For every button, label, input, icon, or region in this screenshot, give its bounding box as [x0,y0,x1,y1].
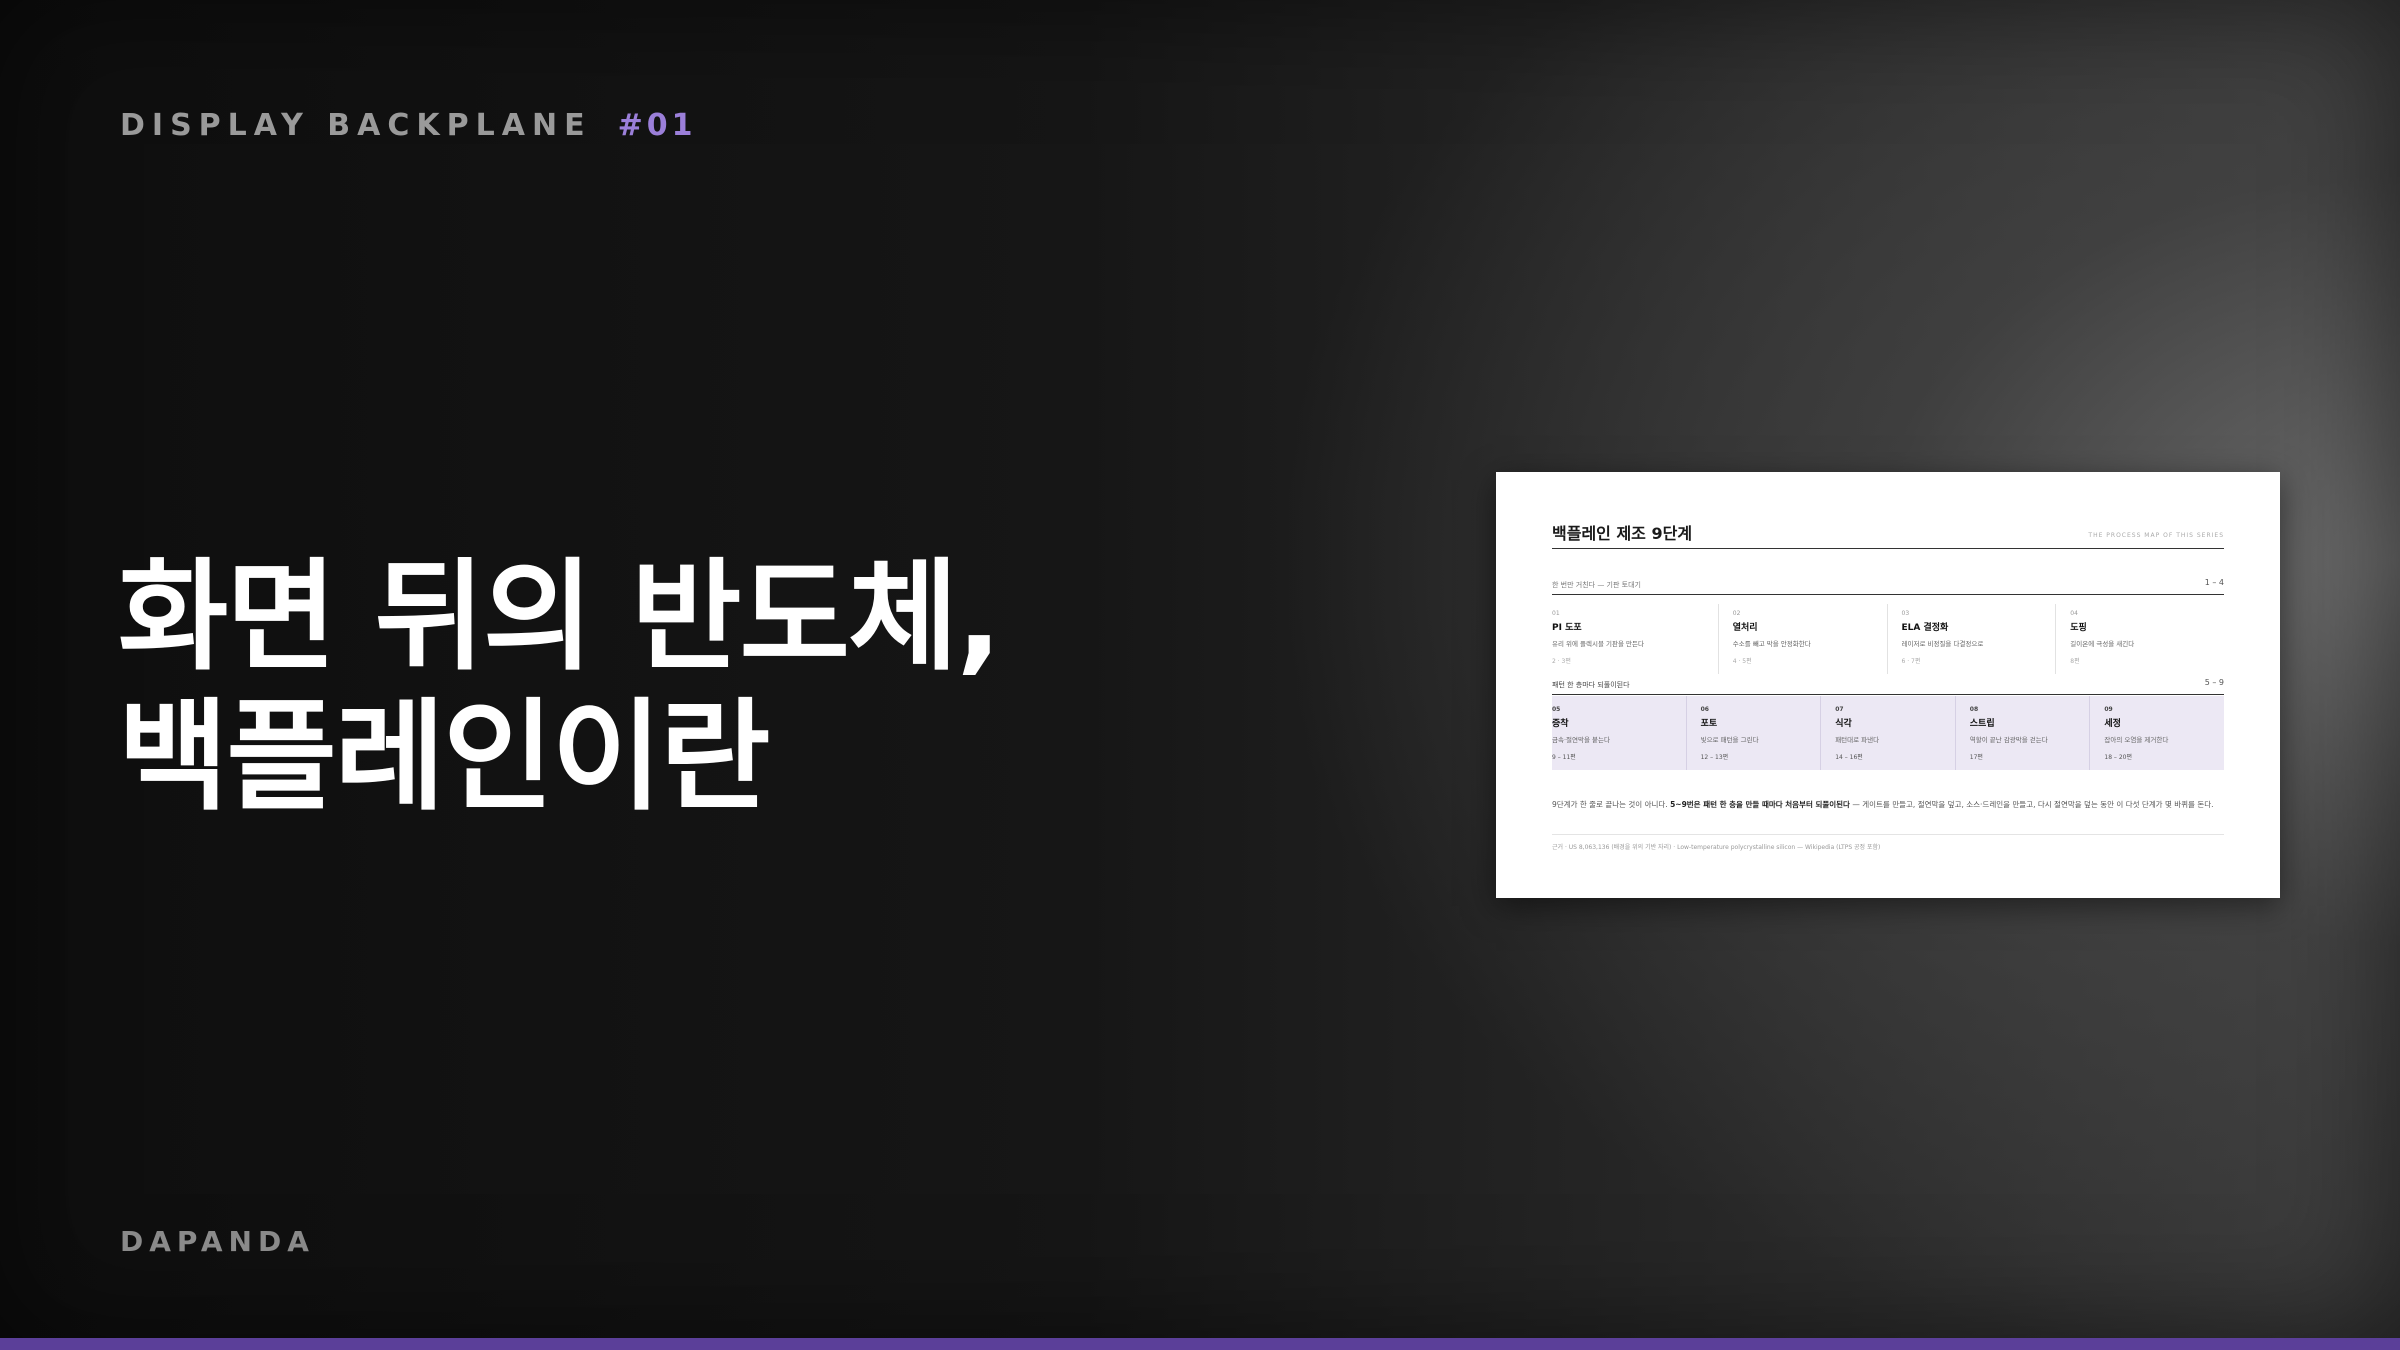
section-2-steps: 05 증착 금속·절연막을 붙는다 9 – 11편 06 포토 빛으로 패턴을 … [1552,696,2224,770]
step-description: 패턴대로 파낸다 [1835,736,1880,744]
title-divider [1552,548,2224,549]
summary-divider [1552,834,2224,835]
step-number: 05 [1552,706,1561,713]
step-description: 금속·절연막을 붙는다 [1552,736,1610,744]
step-number: 08 [1969,706,1979,713]
step-number: 04 [2070,610,2078,617]
step-card: 09 세정 잡아의 오염을 제거한다 18 – 20편 [2089,696,2224,770]
step-name: 열처리 [1732,623,1758,633]
section-1-label: 한 번만 거친다 — 기판 토대기 [1552,581,1641,589]
step-description: 빛으로 패턴을 그린다 [1700,736,1759,744]
process-map-slide: 백플레인 제조 9단계 THE PROCESS MAP OF THIS SERI… [1496,472,2280,898]
step-episodes: 9 – 11편 [1552,754,1576,761]
step-card: 06 포토 빛으로 패턴을 그린다 12 – 13편 [1685,696,1821,770]
accent-bar [0,1338,2400,1350]
step-name: PI 도포 [1552,623,1582,633]
step-description: 유리 위에 플렉시블 기판을 만든다 [1552,640,1644,648]
section-1-steps: 01 PI 도포 유리 위에 플렉시블 기판을 만든다 2 · 3편 02 열처… [1552,604,2224,674]
step-card: 02 열처리 수소를 빼고 막을 안정화한다 4 · 5편 [1717,604,1887,674]
step-name: 도핑 [2070,623,2087,633]
headline-line-2: 백플레인이란 [118,688,770,827]
step-episodes: 17편 [1969,754,1983,761]
source-note: 근거 · US 8,063,136 (배경을 위의 기반 자리) · Low-t… [1552,844,1881,851]
section-1-range: 1 – 4 [2204,578,2224,587]
step-episodes: 2 · 3편 [1552,658,1571,665]
step-number: 09 [2104,706,2113,713]
brand-name: DAPANDA [120,1225,315,1258]
section-2-range: 5 – 9 [2204,678,2224,687]
slide-title: 백플레인 제조 9단계 [1552,524,1693,543]
step-description: 잡아의 오염을 제거한다 [2104,736,2169,744]
step-number: 02 [1732,610,1741,617]
step-card: 05 증착 금속·절연막을 붙는다 9 – 11편 [1552,696,1686,770]
step-card: 03 ELA 결정화 레이저로 비정질을 다결정으로 6 · 7편 [1886,604,2056,674]
summary-detail: — 게이트를 만들고, 절연막을 덮고, 소스·드레인을 만들고, 다시 절연막… [1849,800,2214,809]
step-episodes: 6 · 7편 [1901,658,1921,665]
section-1-divider [1552,594,2224,595]
slide-summary: 9단계가 한 줄로 끝나는 것이 아니다. 5~9번은 패턴 한 층을 만들 때… [1552,798,2224,812]
step-description: 레이저로 비정질을 다결정으로 [1901,640,1984,648]
step-card: 04 도핑 길이온에 극성을 새긴다 8편 [2055,604,2224,674]
episode-number: #01 [617,108,697,143]
series-kicker: DISPLAY BACKPLANE #01 [120,108,696,143]
step-number: 06 [1700,706,1709,713]
section-2-label: 패턴 한 층마다 되풀이된다 [1552,681,1630,689]
headline-line-1: 화면 뒤의 반도체, [118,548,1002,687]
summary-intro: 9단계가 한 줄로 끝나는 것이 아니다. [1552,800,1671,809]
step-number: 07 [1835,706,1844,713]
step-description: 수소를 빼고 막을 안정화한다 [1732,640,1811,648]
slide-subtitle: THE PROCESS MAP OF THIS SERIES [2088,532,2224,539]
step-episodes: 4 · 5편 [1732,658,1752,665]
step-card: 01 PI 도포 유리 위에 플렉시블 기판을 만든다 2 · 3편 [1552,604,1718,674]
step-name: 증착 [1552,719,1569,729]
step-name: 식각 [1835,719,1852,729]
headline: 화면 뒤의 반도체, 백플레인이란 [118,548,1002,828]
step-description: 역할이 끝난 감광막을 걷는다 [1969,736,2048,744]
step-episodes: 18 – 20편 [2104,754,2132,761]
step-name: ELA 결정화 [1901,623,1949,633]
step-episodes: 12 – 13편 [1700,754,1729,761]
step-number: 01 [1552,610,1560,617]
section-2-divider [1552,694,2224,695]
step-episodes: 14 – 16편 [1835,754,1863,761]
step-name: 세정 [2104,719,2121,729]
series-label: DISPLAY BACKPLANE [120,108,592,143]
summary-emphasis: 5~9번은 패턴 한 층을 만들 때마다 처음부터 되풀이된다 [1670,800,1850,809]
step-name: 스트립 [1969,719,1995,729]
step-card: 08 스트립 역할이 끝난 감광막을 걷는다 17편 [1954,696,2090,770]
step-name: 포토 [1700,719,1718,729]
step-card: 07 식각 패턴대로 파낸다 14 – 16편 [1820,696,1955,770]
step-episodes: 8편 [2070,658,2080,665]
step-description: 길이온에 극성을 새긴다 [2070,640,2135,648]
step-number: 03 [1901,610,1910,617]
